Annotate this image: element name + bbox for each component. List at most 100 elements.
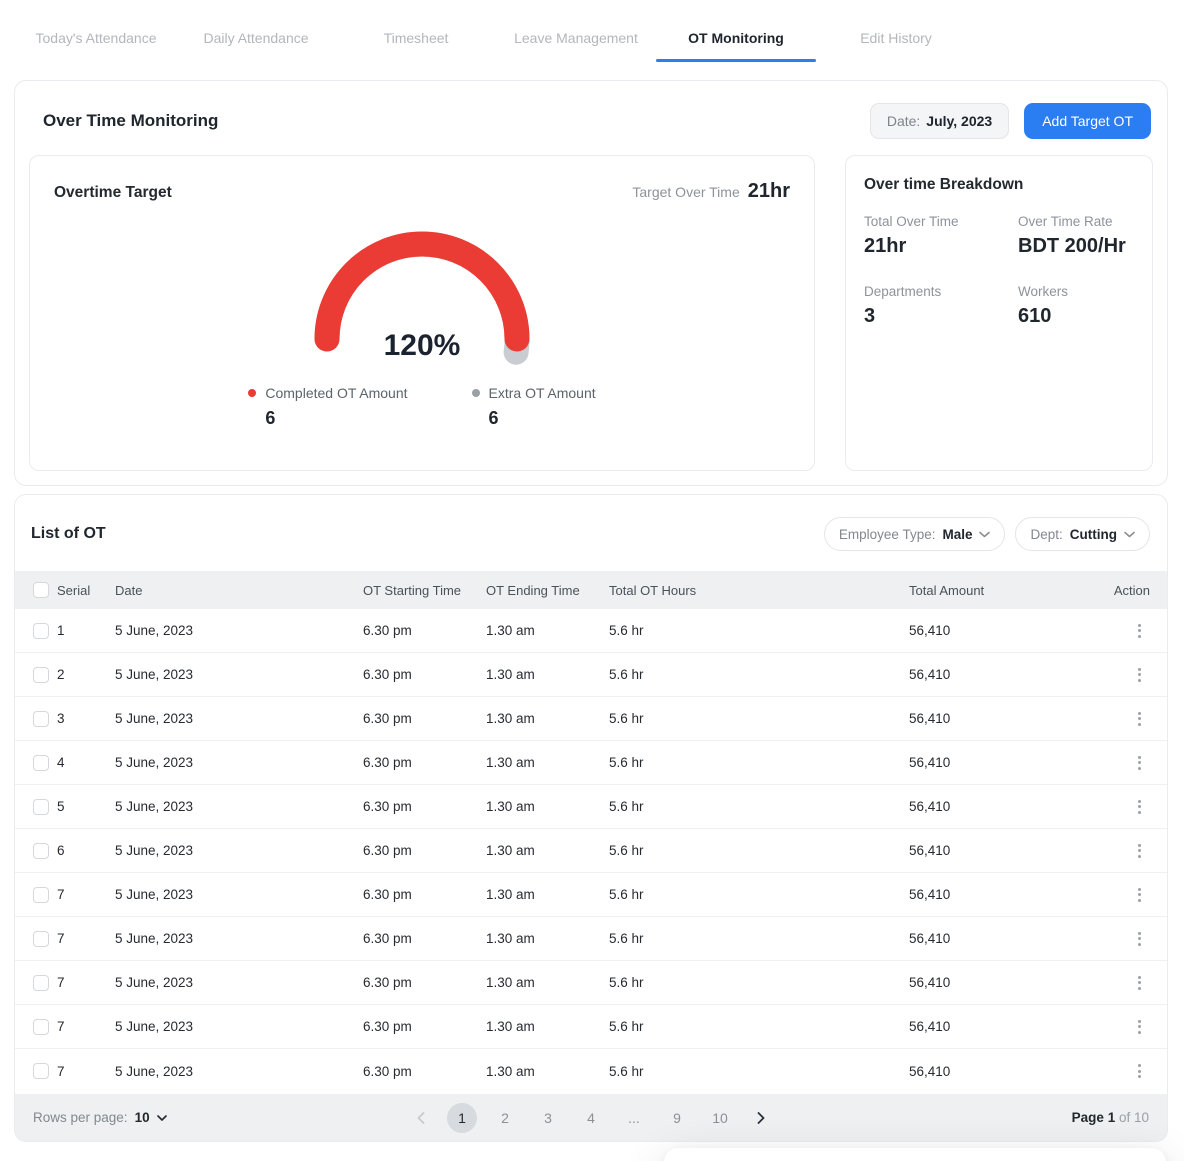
overtime-breakdown-card: Over time Breakdown Total Over Time 21hr… (845, 155, 1153, 471)
row-total-amount: 56,410 (909, 1064, 1059, 1079)
tab-leave-management[interactable]: Leave Management (496, 20, 656, 62)
row-ot-start: 6.30 pm (363, 711, 486, 726)
page-info: Page 1 of 10 (1072, 1110, 1149, 1125)
chevron-right-icon (757, 1112, 765, 1124)
pagination-next-button[interactable] (748, 1105, 774, 1131)
table-row: 75 June, 20236.30 pm1.30 am5.6 hr56,410 (15, 873, 1167, 917)
row-serial: 7 (57, 1064, 115, 1079)
pagination-page-4[interactable]: 4 (576, 1103, 606, 1133)
pagination: 1234...910 (408, 1103, 774, 1133)
table-row: 75 June, 20236.30 pm1.30 am5.6 hr56,410 (15, 1049, 1167, 1093)
row-total-amount: 56,410 (909, 1019, 1059, 1034)
pagination-prev-button[interactable] (408, 1105, 434, 1131)
row-actions-kebab-icon[interactable] (1136, 928, 1143, 950)
row-checkbox-cell (15, 1019, 57, 1035)
column-header-date: Date (115, 583, 363, 598)
pagination-page-1[interactable]: 1 (447, 1103, 477, 1133)
column-header-hours: Total OT Hours (609, 583, 909, 598)
extra-legend-dot-icon (472, 389, 480, 397)
tab-ot-monitoring[interactable]: OT Monitoring (656, 20, 816, 62)
row-checkbox[interactable] (33, 755, 49, 771)
table-row: 35 June, 20236.30 pm1.30 am5.6 hr56,410 (15, 697, 1167, 741)
pagination-page-3[interactable]: 3 (533, 1103, 563, 1133)
row-ot-end: 1.30 am (486, 843, 609, 858)
row-date: 5 June, 2023 (115, 887, 363, 902)
row-checkbox-cell (15, 843, 57, 859)
employee-type-filter[interactable]: Employee Type: Male (824, 517, 1006, 551)
row-checkbox-cell (15, 799, 57, 815)
row-total-amount: 56,410 (909, 755, 1059, 770)
row-actions-kebab-icon[interactable] (1136, 796, 1143, 818)
row-checkbox[interactable] (33, 1019, 49, 1035)
row-ot-end: 1.30 am (486, 711, 609, 726)
row-action-cell (1059, 1016, 1167, 1038)
row-checkbox-cell (15, 931, 57, 947)
extra-legend-label: Extra OT Amount (489, 385, 596, 401)
row-actions-kebab-icon[interactable] (1136, 664, 1143, 686)
row-checkbox[interactable] (33, 1063, 49, 1079)
target-over-time-value: 21hr (748, 180, 790, 203)
column-header-end: OT Ending Time (486, 583, 609, 598)
stat-over-time-rate: Over Time Rate BDT 200/Hr (1018, 214, 1134, 258)
row-serial: 4 (57, 755, 115, 770)
row-action-cell (1059, 664, 1167, 686)
row-actions-kebab-icon[interactable] (1136, 708, 1143, 730)
row-checkbox-cell (15, 887, 57, 903)
select-all-checkbox[interactable] (33, 582, 49, 598)
tab-today-s-attendance[interactable]: Today's Attendance (16, 20, 176, 62)
legend-item-extra: Extra OT Amount 6 (472, 385, 596, 429)
tab-edit-history[interactable]: Edit History (816, 20, 976, 62)
row-ot-hours: 5.6 hr (609, 843, 909, 858)
row-ot-hours: 5.6 hr (609, 623, 909, 638)
row-checkbox[interactable] (33, 623, 49, 639)
row-actions-kebab-icon[interactable] (1136, 620, 1143, 642)
row-serial: 6 (57, 843, 115, 858)
overtime-target-title: Overtime Target (54, 184, 172, 202)
row-actions-kebab-icon[interactable] (1136, 884, 1143, 906)
row-checkbox[interactable] (33, 887, 49, 903)
stat-departments: Departments 3 (864, 284, 1018, 328)
popover-title: Over Time Breakdown (664, 1148, 1166, 1161)
row-serial: 7 (57, 887, 115, 902)
row-checkbox[interactable] (33, 975, 49, 991)
row-actions-kebab-icon[interactable] (1136, 840, 1143, 862)
row-actions-kebab-icon[interactable] (1136, 1016, 1143, 1038)
row-checkbox[interactable] (33, 843, 49, 859)
row-ot-hours: 5.6 hr (609, 799, 909, 814)
pagination-page-10[interactable]: 10 (705, 1103, 735, 1133)
row-ot-hours: 5.6 hr (609, 931, 909, 946)
row-serial: 1 (57, 623, 115, 638)
row-action-cell (1059, 620, 1167, 642)
add-target-ot-button[interactable]: Add Target OT (1024, 103, 1151, 139)
row-action-cell (1059, 1060, 1167, 1082)
table-row: 75 June, 20236.30 pm1.30 am5.6 hr56,410 (15, 917, 1167, 961)
row-checkbox[interactable] (33, 799, 49, 815)
row-actions-kebab-icon[interactable] (1136, 972, 1143, 994)
row-actions-kebab-icon[interactable] (1136, 752, 1143, 774)
table-row: 45 June, 20236.30 pm1.30 am5.6 hr56,410 (15, 741, 1167, 785)
row-total-amount: 56,410 (909, 843, 1059, 858)
row-action-cell (1059, 972, 1167, 994)
date-filter-button[interactable]: Date: July, 2023 (870, 103, 1009, 139)
overtime-target-card: Overtime Target Target Over Time 21hr 12… (29, 155, 815, 471)
completed-legend-dot-icon (248, 389, 256, 397)
stat-workers: Workers 610 (1018, 284, 1134, 328)
row-checkbox[interactable] (33, 931, 49, 947)
pagination-page-2[interactable]: 2 (490, 1103, 520, 1133)
pagination-page-9[interactable]: 9 (662, 1103, 692, 1133)
dept-filter[interactable]: Dept: Cutting (1015, 517, 1150, 551)
row-ot-hours: 5.6 hr (609, 975, 909, 990)
tab-timesheet[interactable]: Timesheet (336, 20, 496, 62)
row-actions-kebab-icon[interactable] (1136, 1060, 1143, 1082)
table-row: 75 June, 20236.30 pm1.30 am5.6 hr56,410 (15, 1005, 1167, 1049)
column-header-action: Action (1059, 583, 1167, 598)
rows-per-page-select[interactable]: Rows per page: 10 (33, 1110, 167, 1125)
row-checkbox-cell (15, 975, 57, 991)
row-checkbox[interactable] (33, 711, 49, 727)
ot-monitoring-page: Today's AttendanceDaily AttendanceTimesh… (0, 0, 1184, 1161)
chevron-down-icon (157, 1115, 167, 1121)
row-checkbox[interactable] (33, 667, 49, 683)
row-date: 5 June, 2023 (115, 1064, 363, 1079)
tab-daily-attendance[interactable]: Daily Attendance (176, 20, 336, 62)
table-row: 25 June, 20236.30 pm1.30 am5.6 hr56,410 (15, 653, 1167, 697)
